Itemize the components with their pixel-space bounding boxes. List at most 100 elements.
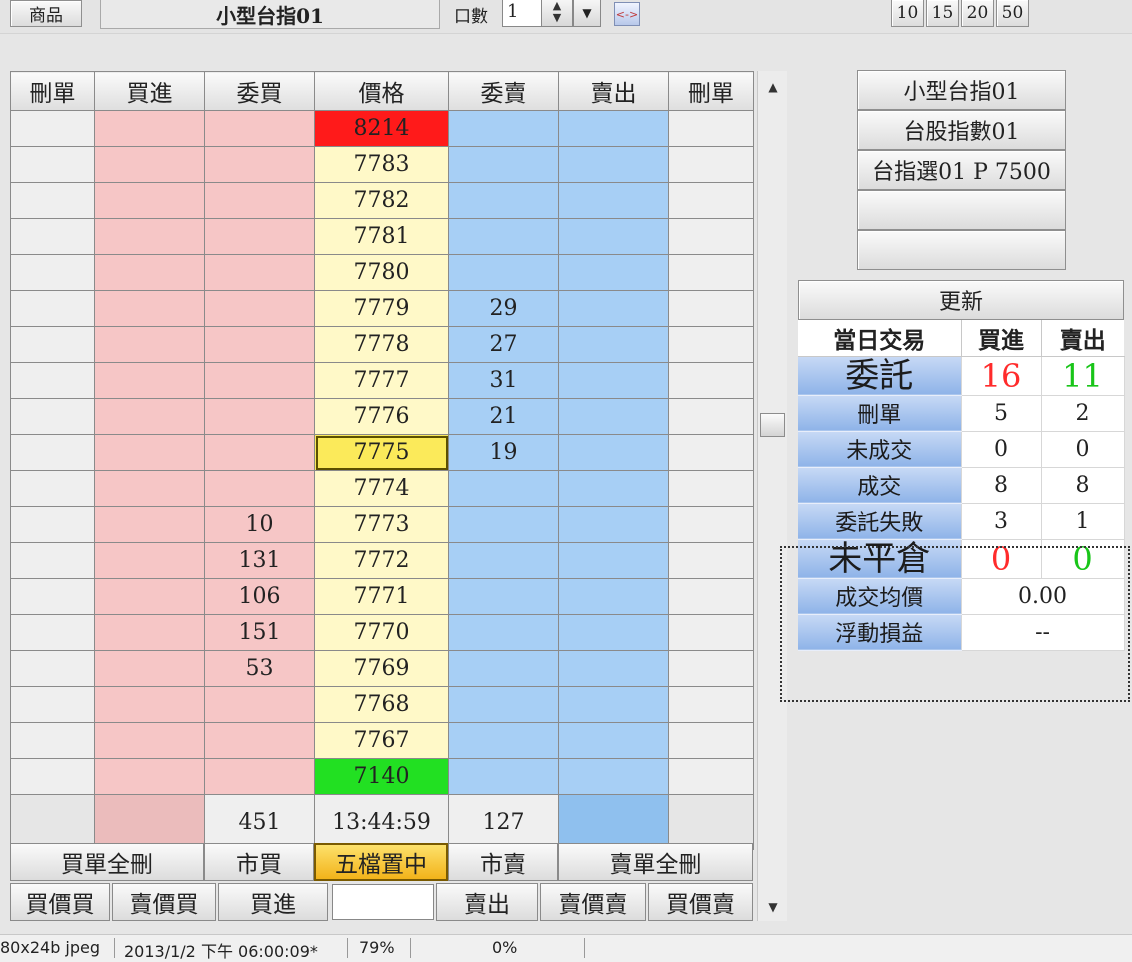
product-list-item-5[interactable] <box>857 230 1066 270</box>
cancel-buy-cell[interactable] <box>10 254 95 291</box>
cancel-sell-cell[interactable] <box>668 650 754 687</box>
buy-button[interactable]: 買進 <box>218 883 328 921</box>
buy-cell[interactable] <box>94 650 205 687</box>
cancel-buy-cell[interactable] <box>10 506 95 543</box>
cancel-sell-cell[interactable] <box>668 542 754 579</box>
sell-at-ask-button[interactable]: 賣價賣 <box>540 883 646 921</box>
buy-cell[interactable] <box>94 182 205 219</box>
cancel-buy-cell[interactable] <box>10 146 95 183</box>
cancel-buy-cell[interactable] <box>10 542 95 579</box>
cancel-sell-cell[interactable] <box>668 326 754 363</box>
cancel-sell-cell[interactable] <box>668 470 754 507</box>
sell-cell[interactable] <box>558 362 669 399</box>
sell-cell[interactable] <box>558 758 669 795</box>
cancel-buy-cell[interactable] <box>10 290 95 327</box>
sell-cell[interactable] <box>558 434 669 471</box>
stepper-down-icon[interactable]: ▼ <box>542 12 572 24</box>
refresh-button[interactable]: 更新 <box>798 280 1124 320</box>
sell-cell[interactable] <box>558 686 669 723</box>
sell-cell[interactable] <box>558 218 669 255</box>
buy-at-ask-button[interactable]: 賣價買 <box>112 883 216 921</box>
market-sell-button[interactable]: 市賣 <box>448 843 558 881</box>
product-list-item-4[interactable] <box>857 190 1066 230</box>
sell-cell[interactable] <box>558 398 669 435</box>
cancel-sell-cell[interactable] <box>668 254 754 291</box>
cancel-buy-cell[interactable] <box>10 614 95 651</box>
cancel-buy-cell[interactable] <box>10 758 95 795</box>
qty-stepper[interactable]: ▲ ▼ <box>541 0 573 27</box>
cancel-buy-cell[interactable] <box>10 362 95 399</box>
cancel-sell-cell[interactable] <box>668 362 754 399</box>
buy-cell[interactable] <box>94 362 205 399</box>
cancel-buy-cell[interactable] <box>10 110 95 147</box>
product-button[interactable]: 商品 <box>10 0 82 27</box>
sell-at-bid-button[interactable]: 買價賣 <box>648 883 753 921</box>
sell-cell[interactable] <box>558 146 669 183</box>
order-book-scrollbar[interactable]: ▲ ▼ <box>757 71 787 921</box>
sell-cell[interactable] <box>558 722 669 759</box>
price-input[interactable] <box>332 884 434 920</box>
market-buy-button[interactable]: 市買 <box>204 843 314 881</box>
scroll-thumb[interactable] <box>760 413 785 437</box>
cancel-buy-cell[interactable] <box>10 434 95 471</box>
cancel-buy-cell[interactable] <box>10 722 95 759</box>
cancel-buy-cell[interactable] <box>10 470 95 507</box>
qty-dropdown-button[interactable]: ▼ <box>573 0 601 27</box>
buy-cell[interactable] <box>94 218 205 255</box>
cancel-sell-cell[interactable] <box>668 758 754 795</box>
cancel-sell-cell[interactable] <box>668 146 754 183</box>
sell-cell[interactable] <box>558 326 669 363</box>
size-button-50[interactable]: 50 <box>996 0 1029 27</box>
cancel-buy-cell[interactable] <box>10 218 95 255</box>
cancel-buy-cell[interactable] <box>10 650 95 687</box>
buy-cell[interactable] <box>94 146 205 183</box>
cancel-sell-cell[interactable] <box>668 218 754 255</box>
buy-cell[interactable] <box>94 434 205 471</box>
sell-cell[interactable] <box>558 254 669 291</box>
sell-cell[interactable] <box>558 110 669 147</box>
cancel-sell-cell[interactable] <box>668 722 754 759</box>
buy-cell[interactable] <box>94 470 205 507</box>
cancel-buy-cell[interactable] <box>10 578 95 615</box>
sell-cell[interactable] <box>558 578 669 615</box>
cancel-sell-cell[interactable] <box>668 182 754 219</box>
sell-cell[interactable] <box>558 182 669 219</box>
swap-icon[interactable]: <-> <box>614 2 640 26</box>
cancel-sell-cell[interactable] <box>668 290 754 327</box>
buy-cell[interactable] <box>94 758 205 795</box>
buy-cell[interactable] <box>94 686 205 723</box>
cancel-buy-cell[interactable] <box>10 326 95 363</box>
sell-cell[interactable] <box>558 614 669 651</box>
cancel-sell-cell[interactable] <box>668 506 754 543</box>
cancel-buy-cell[interactable] <box>10 686 95 723</box>
product-list-item-2[interactable]: 台股指數01 <box>857 110 1066 150</box>
buy-cell[interactable] <box>94 290 205 327</box>
buy-cell[interactable] <box>94 110 205 147</box>
buy-cell[interactable] <box>94 578 205 615</box>
buy-at-bid-button[interactable]: 買價買 <box>10 883 110 921</box>
buy-cell[interactable] <box>94 398 205 435</box>
cancel-sell-cell[interactable] <box>668 434 754 471</box>
buy-cell[interactable] <box>94 254 205 291</box>
sell-cell[interactable] <box>558 470 669 507</box>
delete-all-sell-button[interactable]: 賣單全刪 <box>558 843 753 881</box>
cancel-sell-cell[interactable] <box>668 614 754 651</box>
product-list-item-1[interactable]: 小型台指01 <box>857 70 1066 110</box>
delete-all-buy-button[interactable]: 買單全刪 <box>10 843 204 881</box>
cancel-sell-cell[interactable] <box>668 110 754 147</box>
sell-cell[interactable] <box>558 542 669 579</box>
qty-input[interactable]: 1 <box>502 0 542 27</box>
buy-cell[interactable] <box>94 614 205 651</box>
sell-cell[interactable] <box>558 290 669 327</box>
sell-cell[interactable] <box>558 650 669 687</box>
cancel-sell-cell[interactable] <box>668 398 754 435</box>
sell-cell[interactable] <box>558 506 669 543</box>
size-button-20[interactable]: 20 <box>961 0 994 27</box>
cancel-buy-cell[interactable] <box>10 398 95 435</box>
cancel-buy-cell[interactable] <box>10 182 95 219</box>
sell-button[interactable]: 賣出 <box>436 883 538 921</box>
buy-cell[interactable] <box>94 722 205 759</box>
cancel-sell-cell[interactable] <box>668 578 754 615</box>
scroll-down-icon[interactable]: ▼ <box>758 897 788 917</box>
size-button-15[interactable]: 15 <box>926 0 959 27</box>
